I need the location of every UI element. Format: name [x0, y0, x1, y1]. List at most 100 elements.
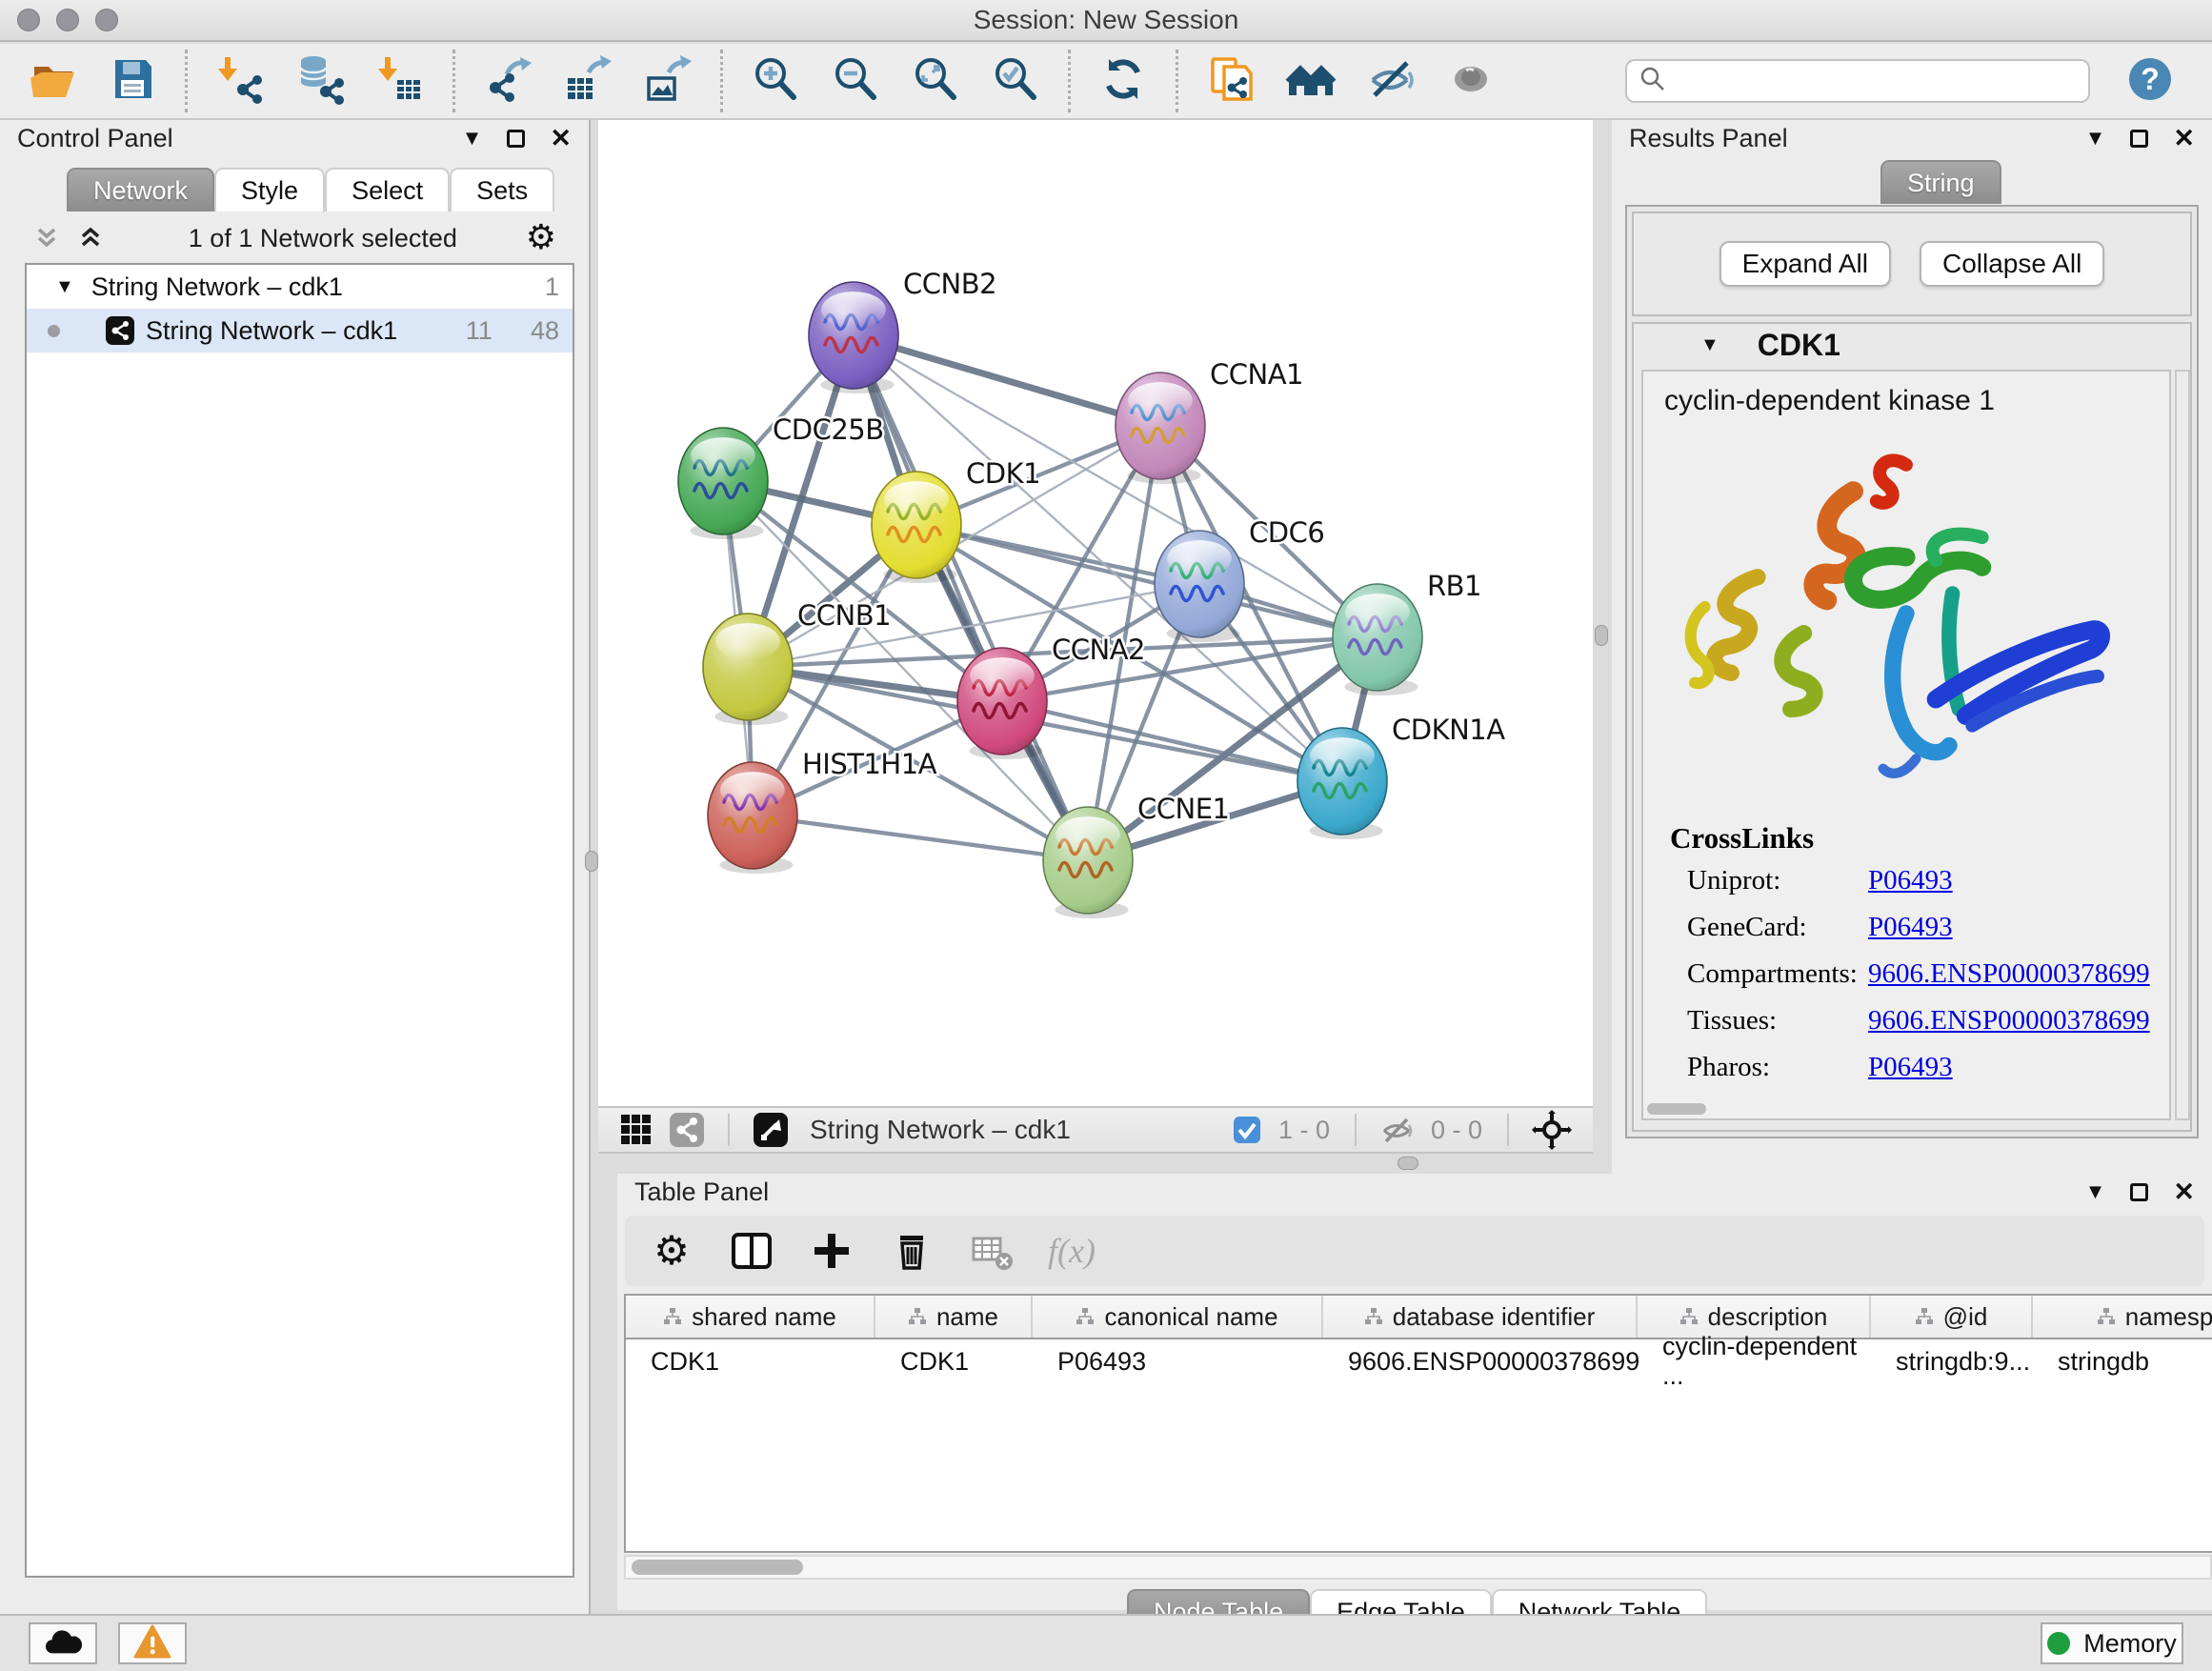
zoom-fit-button[interactable]	[908, 53, 963, 109]
search-box[interactable]	[1625, 59, 2090, 103]
zoom-in-icon	[750, 53, 801, 110]
save-session-button[interactable]	[105, 53, 160, 109]
memory-button[interactable]: Memory	[2041, 1622, 2183, 1664]
column-header--id[interactable]: @id	[1871, 1296, 2033, 1338]
export-image-button[interactable]	[640, 53, 695, 109]
expand-all-networks-icon[interactable]	[32, 224, 61, 252]
network-collection-row[interactable]: ▼ String Network – cdk1 1	[27, 265, 573, 309]
table-panel-float-icon[interactable]	[2130, 1183, 2148, 1201]
node-CCNE1[interactable]: CCNE1	[1043, 793, 1229, 918]
crosslink-link[interactable]: 9606.ENSP00000378699	[1868, 1005, 2150, 1037]
show-columns-icon[interactable]	[728, 1227, 775, 1275]
results-panel-float-icon[interactable]	[2130, 130, 2148, 148]
table-hscroll-track[interactable]	[624, 1555, 2212, 1580]
delete-column-icon[interactable]	[888, 1227, 935, 1275]
edge-CCNB2-CCNE1[interactable]	[854, 335, 1088, 860]
save-floppy-icon	[107, 53, 158, 110]
import-table-icon	[374, 53, 426, 110]
edge-HIST1H1A-CCNE1[interactable]	[753, 815, 1088, 860]
node-label-CCNB2: CCNB2	[903, 268, 996, 300]
hide-unhide-button[interactable]	[1363, 53, 1418, 109]
string-results-container: Expand All Collapse All ▼ CDK1 cyclin-de…	[1625, 205, 2199, 1138]
crosslink-link[interactable]: P06493	[1868, 865, 1953, 896]
node-label-CCNE1: CCNE1	[1137, 793, 1229, 825]
search-input[interactable]	[1667, 67, 2077, 96]
birdseye-view-icon[interactable]	[753, 1112, 789, 1148]
network-options-gear-icon[interactable]: ⚙	[526, 221, 556, 255]
table-panel-collapse-icon[interactable]: ▼	[2085, 1179, 2106, 1204]
gene-expander-icon[interactable]: ▼	[1700, 334, 1719, 356]
network-graph[interactable]: CCNB2CCNA1CDC25BCDK1CDC6RB1CCNB1CCNA2CDK…	[598, 120, 1593, 1106]
table-row[interactable]: CDK1CDK1P064939606.ENSP00000378699cyclin…	[626, 1339, 2212, 1383]
control-panel-collapse-icon[interactable]: ▼	[462, 126, 483, 151]
zoom-in-button[interactable]	[748, 53, 803, 109]
export-network-button[interactable]	[480, 53, 535, 109]
tab-string[interactable]: String	[1880, 160, 2001, 204]
collection-expander-icon[interactable]: ▼	[55, 276, 74, 298]
warnings-button[interactable]	[118, 1622, 187, 1664]
show-graphics-button[interactable]	[1443, 53, 1498, 109]
bottom-splitter-handle[interactable]	[1398, 1157, 1418, 1170]
tab-network[interactable]: Network	[67, 168, 214, 211]
edge-CCNB2-CCNA1[interactable]	[854, 335, 1160, 426]
node-CDKN1A[interactable]: CDKN1A	[1297, 714, 1505, 839]
gene-vscroll-track[interactable]	[2175, 370, 2190, 1120]
expand-all-button[interactable]: Expand All	[1719, 241, 1891, 287]
grid-view-icon[interactable]	[619, 1113, 654, 1147]
tab-sets[interactable]: Sets	[450, 168, 554, 211]
gene-hscroll-thumb[interactable]	[1647, 1103, 1706, 1115]
selected-checkbox-icon[interactable]	[1233, 1116, 1261, 1144]
results-panel-close-icon[interactable]: ✕	[2173, 124, 2195, 153]
import-network-database-button[interactable]	[292, 53, 348, 109]
node-CDC6[interactable]: CDC6	[1155, 516, 1324, 642]
table-hscroll-thumb[interactable]	[632, 1560, 803, 1575]
export-table-button[interactable]	[560, 53, 615, 109]
column-header-shared-name[interactable]: shared name	[626, 1296, 875, 1338]
table-panel-close-icon[interactable]: ✕	[2173, 1178, 2195, 1207]
zoom-out-button[interactable]	[828, 53, 883, 109]
help-button[interactable]: ?	[2122, 53, 2178, 109]
import-network-file-button[interactable]	[212, 53, 268, 109]
column-header-database-identifier[interactable]: database identifier	[1323, 1296, 1638, 1338]
apply-style-refresh-button[interactable]	[1096, 53, 1151, 109]
node-CCNA1[interactable]: CCNA1	[1116, 358, 1303, 484]
node-RB1[interactable]: RB1	[1333, 570, 1481, 695]
control-panel-close-icon[interactable]: ✕	[550, 124, 572, 153]
table-panel-title: Table Panel	[634, 1178, 769, 1207]
collapse-all-button[interactable]: Collapse All	[1920, 241, 2104, 287]
fit-selected-crosshair-icon[interactable]	[1532, 1110, 1572, 1150]
crosslink-link[interactable]: P06493	[1868, 1052, 1953, 1083]
network-selection-status: 1 of 1 Network selected	[120, 224, 526, 253]
control-panel-float-icon[interactable]	[507, 130, 525, 148]
eye-slash-icon	[1365, 53, 1417, 110]
table-options-gear-icon[interactable]: ⚙	[648, 1227, 695, 1275]
tab-style[interactable]: Style	[214, 168, 325, 211]
node-CDC25B[interactable]: CDC25B	[678, 413, 884, 539]
network-row[interactable]: String Network – cdk1 11 48	[27, 309, 573, 352]
clone-network-button[interactable]	[1203, 53, 1258, 109]
results-panel-collapse-icon[interactable]: ▼	[2085, 126, 2106, 151]
right-splitter-handle[interactable]	[1595, 625, 1608, 646]
tab-select[interactable]: Select	[325, 168, 450, 211]
open-session-button[interactable]	[25, 53, 80, 109]
import-table-button[interactable]	[372, 53, 428, 109]
node-HIST1H1A[interactable]: HIST1H1A	[708, 748, 937, 874]
add-column-icon[interactable]	[808, 1227, 855, 1275]
node-label-CDKN1A: CDKN1A	[1392, 714, 1505, 746]
column-header-canonical-name[interactable]: canonical name	[1033, 1296, 1323, 1338]
crosslink-link[interactable]: 9606.ENSP00000378699	[1868, 958, 2150, 990]
zoom-selected-button[interactable]	[988, 53, 1043, 109]
cloud-status-button[interactable]	[29, 1622, 97, 1664]
left-splitter-handle[interactable]	[585, 851, 598, 872]
network-canvas[interactable]: CCNB2CCNA1CDC25BCDK1CDC6RB1CCNB1CCNA2CDK…	[598, 120, 1593, 1106]
hidden-eye-slash-icon[interactable]	[1379, 1113, 1414, 1147]
node-CCNB2[interactable]: CCNB2	[809, 268, 996, 393]
collapse-all-networks-icon[interactable]	[76, 224, 105, 252]
network-view-icon[interactable]	[669, 1112, 705, 1148]
column-header-name[interactable]: name	[875, 1296, 1033, 1338]
column-header-namespace[interactable]: namespace	[2033, 1296, 2212, 1338]
export-table-icon	[562, 53, 613, 110]
nested-networks-button[interactable]	[1283, 53, 1338, 109]
crosslink-link[interactable]: P06493	[1868, 912, 1953, 943]
protein-structure-image	[1659, 434, 2154, 815]
